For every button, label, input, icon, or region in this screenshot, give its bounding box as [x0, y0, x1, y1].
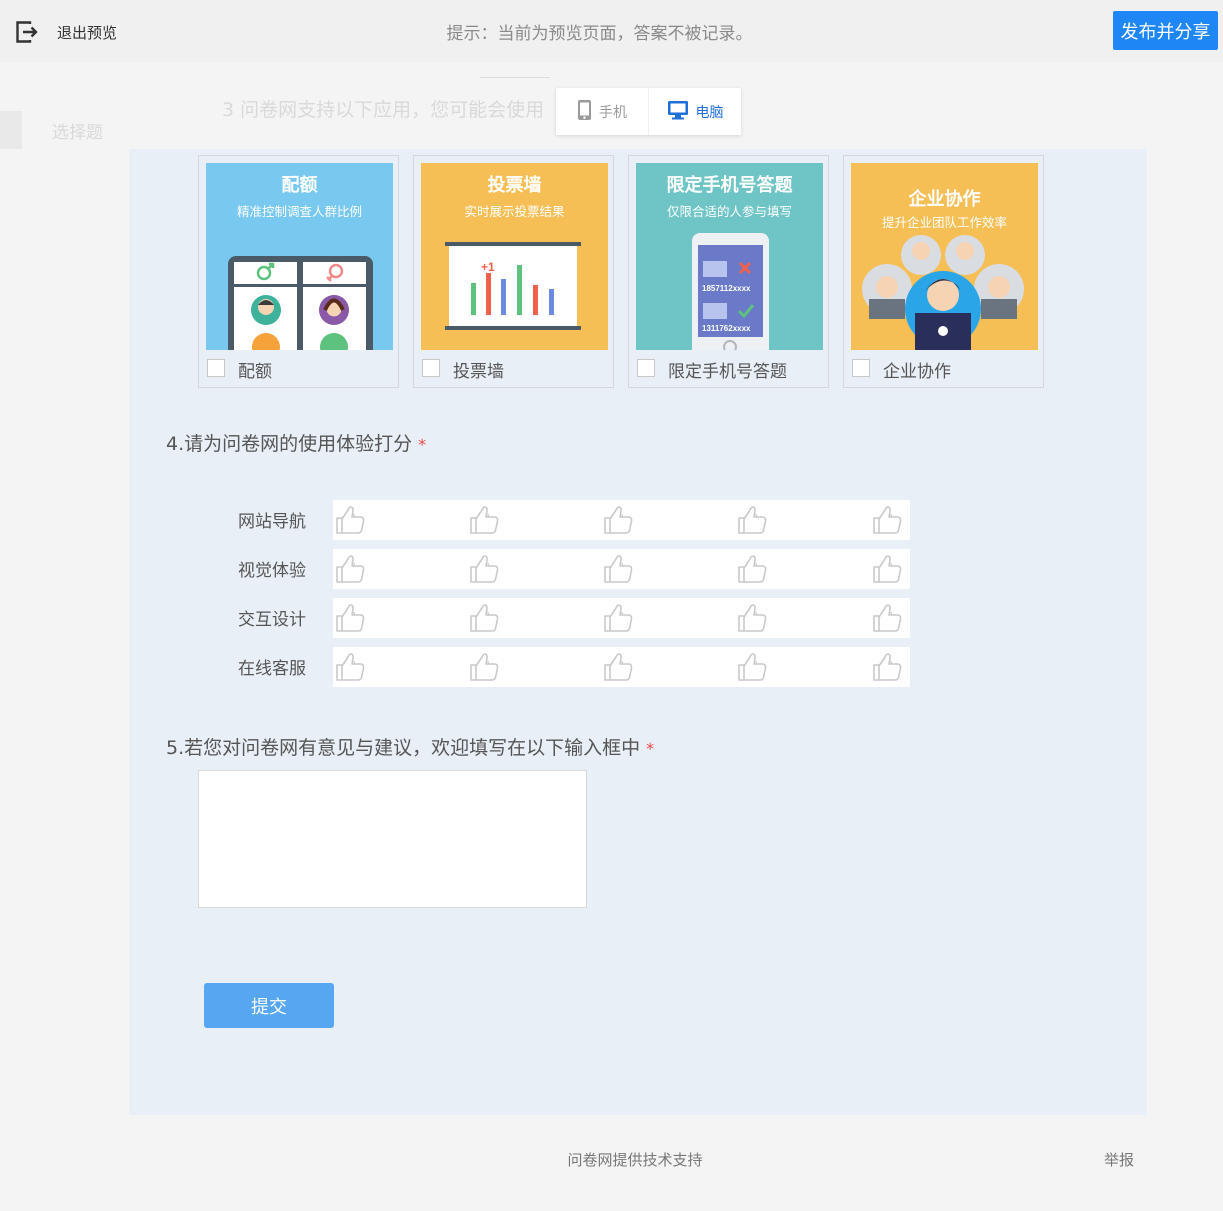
quota-illustration: 配额 精准控制调查人群比例: [206, 163, 393, 350]
thumbs-up-icon[interactable]: [871, 553, 903, 585]
required-mark: *: [646, 739, 655, 758]
report-link[interactable]: 举报: [1104, 1149, 1134, 1170]
thumbs-up-icon[interactable]: [736, 651, 768, 683]
divider: [480, 77, 550, 78]
preview-hint: 提示：当前为预览页面，答案不被记录。: [446, 24, 753, 44]
enterprise-checkbox[interactable]: [852, 359, 870, 377]
rating-row-label: 视觉体验: [238, 561, 306, 581]
question-5-title: 5.若您对问卷网有意见与建议，欢迎填写在以下输入框中 *: [166, 733, 654, 760]
thumbs-up-icon[interactable]: [334, 602, 366, 634]
thumbs-up-icon[interactable]: [871, 651, 903, 683]
thumbs-up-icon[interactable]: [468, 553, 500, 585]
rating-row-label: 交互设计: [238, 610, 306, 630]
thumbs-up-icon[interactable]: [602, 651, 634, 683]
option-card-quota[interactable]: 配额 精准控制调查人群比例 配额: [198, 155, 399, 388]
phone-number-1: 1857112xxxx: [702, 284, 751, 293]
tech-support-text: 问卷网提供技术支持: [567, 1151, 703, 1169]
side-tab: [0, 111, 22, 149]
device-pc-label: 电脑: [695, 104, 724, 121]
phone-icon: [577, 99, 599, 125]
thumbs-up-icon[interactable]: [871, 602, 903, 634]
thumbs-up-icon[interactable]: [468, 651, 500, 683]
phone-limit-checkbox[interactable]: [637, 359, 655, 377]
exit-icon: [14, 19, 40, 45]
option-card-enterprise[interactable]: 企业协作 提升企业团队工作效率 企业协作: [843, 155, 1044, 388]
phone-number-2: 1311762xxxx: [702, 324, 751, 333]
exit-preview-button[interactable]: 退出预览: [14, 19, 117, 45]
thumbs-up-icon[interactable]: [334, 553, 366, 585]
enterprise-illustration: 企业协作 提升企业团队工作效率: [851, 163, 1038, 350]
phone-limit-option-label: 限定手机号答题: [668, 362, 787, 382]
rating-row: 交互设计: [129, 598, 1147, 638]
quota-checkbox[interactable]: [207, 359, 225, 377]
rating-row: 网站导航: [129, 500, 1147, 540]
vote-wall-checkbox[interactable]: [422, 359, 440, 377]
vote-wall-option-label: 投票墙: [453, 362, 504, 382]
exit-preview-label: 退出预览: [57, 23, 118, 42]
thumbs-up-icon[interactable]: [602, 504, 634, 536]
submit-button[interactable]: 提交: [204, 983, 334, 1028]
required-mark: *: [418, 435, 427, 454]
thumbs-up-icon[interactable]: [871, 504, 903, 536]
thumbs-up-icon[interactable]: [602, 553, 634, 585]
survey-panel: 配额 精准控制调查人群比例 配额 投票墙 实时展示投票结果 +1 投票墙 限定手…: [129, 149, 1147, 1115]
question-4-text: 4.请为问卷网的使用体验打分: [166, 433, 413, 455]
thumbs-up-icon[interactable]: [468, 504, 500, 536]
thumbs-up-icon[interactable]: [468, 602, 500, 634]
thumbs-up-icon[interactable]: [334, 504, 366, 536]
top-bar: 退出预览 提示：当前为预览页面，答案不被记录。 发布并分享: [0, 0, 1223, 62]
rating-row: 视觉体验: [129, 549, 1147, 589]
monitor-icon: [667, 100, 696, 124]
thumbs-up-icon[interactable]: [334, 651, 366, 683]
thumbs-up-icon[interactable]: [736, 602, 768, 634]
quota-option-label: 配额: [238, 362, 272, 382]
question-4-title: 4.请为问卷网的使用体验打分 *: [166, 429, 426, 456]
thumbs-up-icon[interactable]: [736, 553, 768, 585]
publish-share-button[interactable]: 发布并分享: [1113, 11, 1218, 50]
rating-row-label: 网站导航: [238, 512, 306, 532]
option-card-phone-limit[interactable]: 限定手机号答题 仅限合适的人参与填写 1857112xxxx 1311762xx…: [628, 155, 829, 388]
phone-limit-illustration: 限定手机号答题 仅限合适的人参与填写 1857112xxxx 1311762xx…: [636, 163, 823, 350]
previous-question-title: 3 问卷网支持以下应用，您可能会使用: [222, 99, 545, 121]
side-label: 选择题: [52, 123, 103, 143]
device-toggle: 手机 电脑: [556, 88, 741, 135]
vote-wall-illustration: 投票墙 实时展示投票结果 +1: [421, 163, 608, 350]
question-5-text: 5.若您对问卷网有意见与建议，欢迎填写在以下输入框中: [166, 737, 641, 759]
device-phone-option[interactable]: 手机: [556, 88, 649, 135]
rating-row: 在线客服: [129, 647, 1147, 687]
device-phone-label: 手机: [599, 104, 627, 121]
enterprise-option-label: 企业协作: [883, 362, 951, 382]
feedback-textarea[interactable]: [198, 770, 587, 908]
thumbs-up-icon[interactable]: [736, 504, 768, 536]
option-card-vote-wall[interactable]: 投票墙 实时展示投票结果 +1 投票墙: [413, 155, 614, 388]
rating-row-label: 在线客服: [238, 659, 306, 679]
device-pc-option[interactable]: 电脑: [649, 88, 741, 135]
vote-plus-text: +1: [481, 260, 495, 274]
thumbs-up-icon[interactable]: [602, 602, 634, 634]
